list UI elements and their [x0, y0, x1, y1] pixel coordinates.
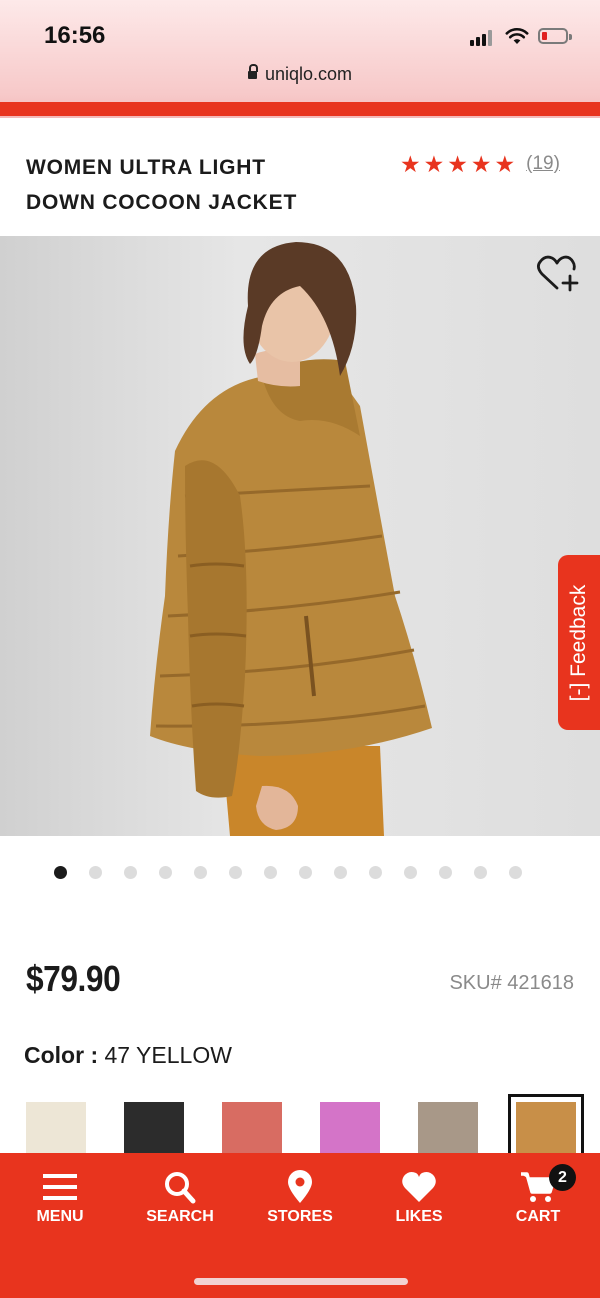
carousel-dot[interactable]	[159, 866, 172, 879]
carousel-dot[interactable]	[474, 866, 487, 879]
product-title-line-2: DOWN COCOON JACKET	[26, 191, 298, 214]
wifi-icon	[505, 27, 529, 44]
feedback-tab[interactable]: [-] Feedback	[558, 555, 600, 730]
product-title-line-1: WOMEN ULTRA LIGHT	[26, 156, 266, 179]
product-image[interactable]	[0, 236, 600, 836]
carousel-dot[interactable]	[439, 866, 452, 879]
tab-menu-label: MENU	[36, 1208, 84, 1225]
tab-stores[interactable]: STORES	[250, 1170, 350, 1226]
battery-icon	[538, 28, 572, 44]
tab-likes[interactable]: LIKES	[369, 1170, 469, 1226]
carousel-dot[interactable]	[194, 866, 207, 879]
search-icon	[165, 1172, 196, 1204]
clock-time: 16:56	[44, 22, 106, 49]
cart-count-badge: 2	[549, 1164, 576, 1191]
carousel-dot[interactable]	[264, 866, 277, 879]
add-to-wishlist-heart-icon[interactable]	[536, 254, 580, 294]
star-icon: ★	[447, 151, 468, 177]
product-title: WOMEN ULTRA LIGHT DOWN COCOON JACKET	[26, 150, 386, 220]
star-icon: ★	[494, 151, 516, 177]
product-rating[interactable]: ★ ★ ★ ★ ★ (19)	[400, 152, 560, 176]
color-label: Color :	[24, 1042, 99, 1068]
review-count-link[interactable]: (19)	[526, 153, 560, 175]
carousel-dot[interactable]	[369, 866, 382, 879]
star-icon: ★	[470, 151, 492, 177]
tab-stores-label: STORES	[267, 1208, 333, 1225]
address-bar[interactable]: uniqlo.com	[0, 64, 600, 85]
product-photo-illustration	[150, 242, 432, 836]
menu-icon	[43, 1174, 77, 1200]
location-pin-icon	[288, 1170, 312, 1203]
product-sku: SKU# 421618	[449, 972, 574, 994]
carousel-dot[interactable]	[299, 866, 312, 879]
carousel-dot[interactable]	[509, 866, 522, 879]
carousel-dot[interactable]	[334, 866, 347, 879]
heart-icon	[402, 1172, 436, 1202]
star-icon: ★	[423, 151, 445, 177]
browser-status-bar: 16:56 uniqlo.com	[0, 0, 600, 118]
tab-cart-label: CART	[515, 1208, 561, 1225]
carousel-dot[interactable]	[54, 866, 67, 879]
carousel-dot[interactable]	[229, 866, 242, 879]
url-text: uniqlo.com	[264, 64, 353, 84]
lock-icon	[247, 64, 258, 79]
carousel-dot[interactable]	[404, 866, 417, 879]
tab-menu[interactable]: MENU	[10, 1170, 110, 1226]
tab-search-label: SEARCH	[146, 1208, 214, 1225]
tab-search[interactable]: SEARCH	[130, 1170, 230, 1226]
home-indicator	[194, 1278, 408, 1285]
carousel-dot[interactable]	[124, 866, 137, 879]
promo-banner-strip[interactable]	[0, 102, 600, 116]
product-price: $79.90	[26, 958, 121, 999]
cellular-signal-icon	[470, 30, 492, 46]
color-value: 47 YELLOW	[104, 1042, 232, 1068]
carousel-dot[interactable]	[89, 866, 102, 879]
star-icon: ★	[400, 151, 421, 177]
tab-likes-label: LIKES	[395, 1208, 443, 1225]
color-selection-label: Color : 47 YELLOW	[24, 1042, 232, 1069]
image-carousel-dots[interactable]	[54, 866, 544, 879]
feedback-label: [-] Feedback	[567, 584, 590, 701]
